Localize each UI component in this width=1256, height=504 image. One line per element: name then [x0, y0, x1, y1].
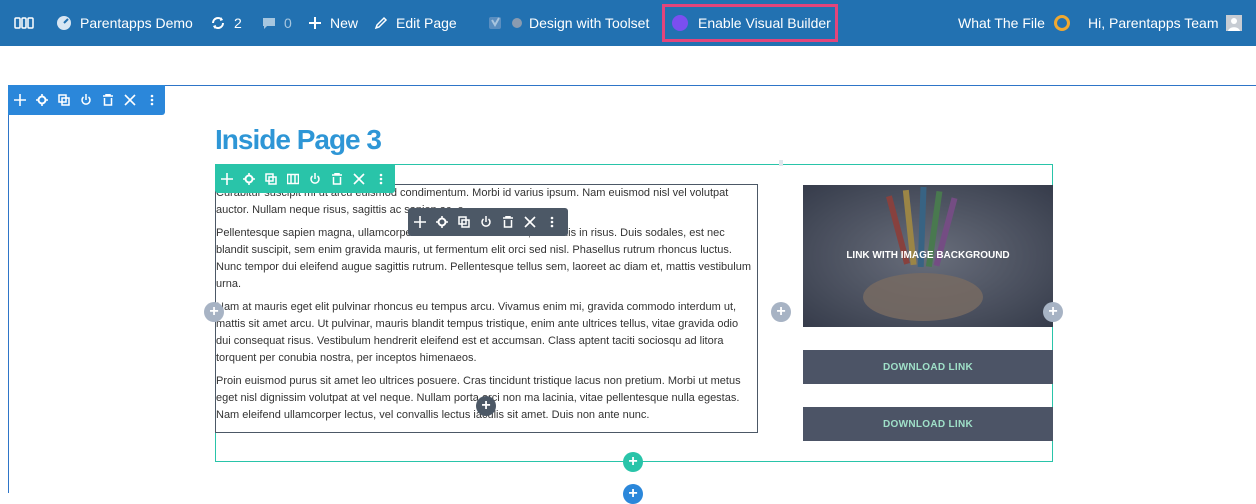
settings-icon[interactable]: [436, 215, 448, 229]
power-icon[interactable]: [480, 215, 492, 229]
delete-icon[interactable]: [502, 215, 514, 229]
new-label: New: [330, 15, 359, 31]
row-toolbar: [215, 165, 395, 193]
text-paragraph: Nam at mauris eget elit pulvinar rhoncus…: [216, 301, 739, 364]
edit-page-label: Edit Page: [396, 15, 457, 31]
settings-icon[interactable]: [36, 93, 48, 107]
close-icon[interactable]: [124, 93, 136, 107]
site-name-item[interactable]: Parentapps Demo: [56, 0, 193, 46]
delete-icon[interactable]: [331, 172, 343, 186]
duplicate-icon[interactable]: [58, 93, 70, 107]
seo-status-dot-icon: [512, 0, 522, 46]
add-section-button[interactable]: +: [623, 484, 643, 504]
power-icon[interactable]: [309, 172, 321, 186]
plus-icon: [308, 16, 322, 30]
comments-count: 0: [284, 15, 292, 31]
updates-count: 2: [234, 15, 242, 31]
duplicate-icon[interactable]: [458, 215, 470, 229]
delete-icon[interactable]: [102, 93, 114, 107]
pencil-icon: [374, 16, 388, 30]
comment-icon: [262, 16, 276, 30]
site-name-label: Parentapps Demo: [80, 15, 193, 31]
download-link-button[interactable]: DOWNLOAD LINK: [803, 407, 1053, 441]
close-icon[interactable]: [353, 172, 365, 186]
image-link-label: LINK WITH IMAGE BACKGROUND: [846, 250, 1010, 261]
download-link-button[interactable]: DOWNLOAD LINK: [803, 350, 1053, 384]
section-toolbar: [8, 85, 165, 115]
greeting-label: Hi, Parentapps Team: [1088, 15, 1219, 31]
move-icon[interactable]: [221, 172, 233, 186]
more-icon[interactable]: [375, 172, 387, 186]
add-row-button[interactable]: +: [623, 452, 643, 472]
what-the-file-item[interactable]: What The File: [958, 0, 1071, 46]
user-avatar: [1226, 15, 1243, 31]
move-icon[interactable]: [14, 93, 26, 107]
add-column-left-button[interactable]: +: [204, 302, 224, 322]
add-column-right-button[interactable]: +: [1043, 302, 1063, 322]
design-with-toolset-label: Design with Toolset: [529, 15, 650, 31]
close-icon[interactable]: [524, 215, 536, 229]
settings-icon[interactable]: [243, 172, 255, 186]
power-icon[interactable]: [80, 93, 92, 107]
comments-item[interactable]: 0: [262, 0, 292, 46]
duplicate-icon[interactable]: [265, 172, 277, 186]
toolset-logo-icon[interactable]: [14, 0, 34, 46]
image-background-link[interactable]: LINK WITH IMAGE BACKGROUND: [803, 185, 1053, 327]
what-the-file-icon: [1053, 14, 1071, 32]
enable-visual-builder-item[interactable]: Enable Visual Builder: [672, 0, 831, 46]
page-title: Inside Page 3: [215, 124, 382, 155]
row-column-divider: [779, 160, 783, 166]
yoast-icon[interactable]: [488, 0, 504, 46]
more-icon[interactable]: [146, 93, 158, 107]
what-the-file-label: What The File: [958, 15, 1045, 31]
updates-item[interactable]: 2: [210, 0, 242, 46]
divi-logo-icon: [672, 15, 688, 31]
enable-visual-builder-label: Enable Visual Builder: [698, 15, 831, 31]
admin-bar: Parentapps Demo 2 0 New Edit Page Design…: [0, 0, 1256, 46]
edit-page-item[interactable]: Edit Page: [374, 0, 457, 46]
module-toolbar: [408, 208, 568, 236]
dashboard-icon: [56, 15, 72, 31]
add-module-column1-button[interactable]: +: [771, 302, 791, 322]
updates-icon: [210, 15, 226, 31]
add-module-button[interactable]: +: [476, 396, 496, 416]
design-with-toolset-item[interactable]: Design with Toolset: [529, 0, 649, 46]
move-icon[interactable]: [414, 215, 426, 229]
new-content-item[interactable]: New: [308, 0, 358, 46]
more-icon[interactable]: [546, 215, 558, 229]
my-account-item[interactable]: Hi, Parentapps Team: [1088, 0, 1243, 46]
columns-icon[interactable]: [287, 172, 299, 186]
